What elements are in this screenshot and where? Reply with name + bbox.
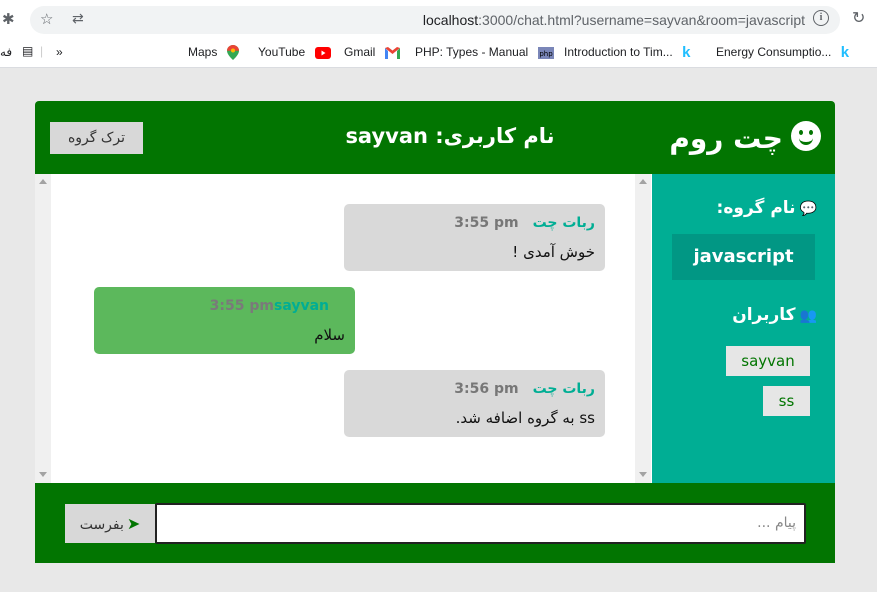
bookmark-label: Maps (188, 45, 218, 59)
site-settings-icon[interactable]: ⇄ (72, 10, 84, 28)
chat-sidebar: 💬نام گروه: javascript 👥کاربران sayvan ss (652, 174, 835, 483)
message-time: 3:55 pm (209, 298, 274, 314)
bookmark-energy[interactable]: Energy Consumptio... k (716, 44, 849, 61)
smile-icon (791, 121, 821, 151)
chat-footer: ➤بفرست پیام ... (35, 483, 835, 563)
scrollbar[interactable] (635, 174, 651, 483)
bookmark-cut-label[interactable]: فه (0, 44, 12, 60)
scroll-up-arrow[interactable] (639, 179, 647, 184)
bookmarks-bar: فه ▤ | » Maps YouTube Gmail PHP: Types -… (0, 38, 877, 68)
send-button[interactable]: ➤بفرست (65, 504, 155, 543)
room-title: 💬نام گروه: (717, 198, 817, 218)
bookmark-youtube[interactable]: YouTube (258, 44, 331, 60)
bookmark-label: PHP: Types - Manual (415, 45, 529, 59)
user-list-item: sayvan (726, 346, 810, 376)
bookmark-label: Gmail (344, 45, 376, 59)
users-title: 👥کاربران (732, 305, 817, 325)
bookmarks-overflow[interactable]: » (56, 44, 63, 60)
k-icon: k (682, 43, 691, 61)
message-sender: sayvan (273, 298, 329, 314)
bookmark-label: Energy Consumptio... (716, 45, 832, 59)
users-icon: 👥 (799, 308, 817, 324)
url-text[interactable]: localhost:3000/chat.html?username=sayvan… (350, 12, 805, 28)
message-bubble: ربات چت 3:55 pm خوش آمدی ! (344, 204, 605, 271)
k-icon: k (840, 43, 850, 61)
current-username: نام کاربری: sayvan (345, 124, 555, 148)
user-list-item: ss (763, 386, 810, 416)
bookmark-label: YouTube (258, 45, 306, 59)
message-bubble-own: 3:55 pmsayvan سلام (94, 287, 355, 354)
chat-messages[interactable]: ربات چت 3:55 pm خوش آمدی ! 3:55 pmsayvan … (35, 174, 652, 483)
room-name: javascript (672, 234, 815, 280)
youtube-icon (314, 46, 331, 59)
gmail-icon (384, 46, 400, 59)
scroll-down-arrow[interactable] (639, 472, 647, 477)
message-text: سلام (314, 326, 345, 344)
bookmark-introduction[interactable]: Introduction to Tim... k (564, 44, 690, 61)
leave-room-button[interactable]: ترک گروه (50, 122, 143, 154)
message-sender: ربات چت (532, 381, 595, 397)
browser-toolbar: ✱ ☆ ⇄ localhost:3000/chat.html?username=… (0, 0, 877, 38)
reload-icon[interactable]: ↻ (852, 9, 865, 27)
message-text: خوش آمدی ! (512, 243, 595, 261)
url-host: localhost (422, 12, 479, 28)
brand-text: چت روم (669, 122, 783, 155)
users-title-text: کاربران (732, 305, 796, 325)
message-bubble: ربات چت 3:56 pm ss به گروه اضافه شد. (344, 370, 605, 437)
bookmark-divider: | (40, 44, 44, 58)
php-icon: php (537, 46, 554, 59)
message-meta: ربات چت 3:56 pm (454, 381, 595, 397)
room-title-text: نام گروه: (716, 198, 796, 218)
url-path: :3000/chat.html?username=sayvan&room=jav… (478, 12, 805, 28)
chat-header: ترک گروه نام کاربری: sayvan چت روم (35, 101, 835, 174)
message-meta: ربات چت 3:55 pm (454, 215, 595, 231)
brand-title: چت روم (669, 121, 821, 155)
svg-text:php: php (539, 50, 553, 58)
send-button-label: بفرست (79, 517, 124, 533)
reading-list-icon[interactable]: ▤ (22, 43, 33, 59)
scroll-down-arrow-left[interactable] (39, 472, 47, 477)
maps-pin-icon (226, 45, 239, 61)
bookmark-star-icon[interactable]: ☆ (40, 10, 53, 28)
extensions-puzzle-icon[interactable]: ✱ (2, 11, 18, 27)
message-meta: 3:55 pmsayvan (210, 298, 345, 314)
message-time: 3:55 pm (454, 215, 519, 231)
bookmark-maps[interactable]: Maps (188, 44, 239, 61)
bookmark-php[interactable]: PHP: Types - Manual php (415, 44, 554, 60)
paper-plane-icon: ➤ (126, 514, 141, 533)
comments-icon: 💬 (799, 201, 817, 217)
bookmark-gmail[interactable]: Gmail (344, 44, 400, 60)
message-text: ss به گروه اضافه شد. (455, 409, 595, 427)
scroll-up-arrow-left[interactable] (39, 179, 47, 184)
message-input[interactable]: پیام ... (155, 503, 806, 544)
bookmark-label: Introduction to Tim... (564, 45, 673, 59)
message-sender: ربات چت (532, 215, 595, 231)
message-time: 3:56 pm (454, 381, 519, 397)
info-icon[interactable]: i (813, 10, 829, 26)
chat-app: ترک گروه نام کاربری: sayvan چت روم ربات … (35, 101, 835, 563)
